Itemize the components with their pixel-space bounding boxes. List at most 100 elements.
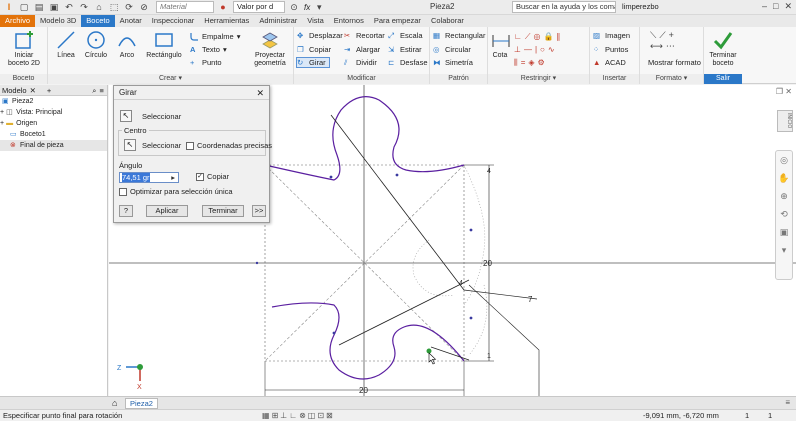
status-dof-icon[interactable]: ⊗ — [299, 411, 308, 420]
coincident-constraint-icon[interactable]: ∟ — [514, 32, 525, 41]
close-icon[interactable]: ✕ — [784, 1, 792, 12]
select-geometry-button[interactable]: ↖ — [120, 110, 132, 122]
app-logo-icon[interactable]: I — [3, 1, 15, 13]
dim-1-text[interactable]: 1 — [487, 353, 491, 360]
browser-tab-model[interactable]: Modelo — [2, 85, 27, 96]
horizontal-constraint-icon[interactable]: ― — [524, 45, 535, 54]
more-options-button[interactable]: >> — [252, 205, 266, 217]
fix-constraint-icon[interactable]: 🔒 — [543, 32, 556, 41]
bottom-lobe-curve[interactable] — [271, 302, 465, 380]
center-point-icon[interactable]: + — [669, 30, 677, 40]
tree-item-2[interactable]: + ▬ Origen — [0, 118, 107, 129]
symmetric-constraint-icon[interactable]: ⫼ — [514, 58, 521, 67]
insert-image-button[interactable]: ▨ Imagen — [593, 30, 630, 41]
dim-height-text[interactable]: 20 — [483, 259, 492, 268]
select-icon[interactable]: ⬚ — [108, 1, 120, 13]
material-dropdown[interactable]: Material — [156, 1, 214, 13]
save-icon[interactable]: ▣ — [48, 1, 60, 13]
tree-item-3[interactable]: ▭ Boceto1 — [0, 129, 107, 140]
select-center-button[interactable]: ↖ — [124, 139, 136, 151]
tab-para-empezar[interactable]: Para empezar — [369, 15, 426, 27]
status-ortho-icon[interactable]: ⊥ — [280, 411, 289, 420]
update-icon[interactable]: ⟳ — [123, 1, 135, 13]
rotate-button[interactable]: ↻ Girar — [296, 57, 330, 68]
text-button[interactable]: A Texto ▾ — [190, 44, 227, 55]
document-tab-pieza2[interactable]: Pieza2 — [125, 398, 158, 409]
close-browser-tab-icon[interactable]: ✕ — [30, 85, 36, 96]
fillet-button[interactable]: Empalme ▾ — [190, 31, 240, 42]
help-button[interactable]: ? — [119, 205, 133, 217]
dialog-close-icon[interactable]: ✕ — [256, 86, 264, 100]
tab-anotar[interactable]: Anotar — [115, 15, 147, 27]
zoom-icon[interactable]: ⊕ — [776, 187, 792, 205]
home-icon[interactable]: ⌂ — [93, 1, 105, 13]
dim-4-text[interactable]: 4 — [487, 168, 491, 175]
user-account[interactable]: limperezbo — [622, 2, 659, 11]
orbit-icon[interactable]: ⟲ — [776, 205, 792, 223]
diagonal-dimension-line[interactable] — [330, 114, 465, 291]
dimension-button[interactable]: Cota — [490, 29, 510, 60]
expand-icon[interactable]: + — [0, 118, 4, 129]
status-constraint-icon[interactable]: ∟ — [289, 411, 299, 420]
sketch-point-3[interactable] — [332, 331, 336, 335]
tab-archivo[interactable]: Archivo — [0, 15, 36, 27]
tab-herramientas[interactable]: Herramientas — [199, 15, 254, 27]
sketch-point-6[interactable] — [255, 261, 259, 265]
add-browser-icon[interactable]: + — [47, 85, 51, 96]
point-button[interactable]: + Punto — [190, 57, 222, 68]
steering-wheel-icon[interactable]: ◎ — [776, 151, 792, 169]
construction-icon[interactable]: ⟍ — [650, 30, 659, 40]
dim-7-text[interactable]: 7 — [528, 295, 533, 304]
apply-button[interactable]: Aplicar — [146, 205, 188, 217]
close-view-icon[interactable]: ✕ — [785, 87, 792, 96]
show-constraints-icon[interactable]: ◈ — [528, 58, 537, 67]
sketch-point-5[interactable] — [469, 316, 473, 320]
split-button[interactable]: ⫽ Dividir — [344, 57, 377, 68]
insert-acad-button[interactable]: ▲ ACAD — [593, 57, 626, 68]
top-lobe-curve[interactable] — [264, 96, 465, 181]
circular-pattern-button[interactable]: ◎ Circular — [433, 44, 471, 55]
redo-icon[interactable]: ↷ — [78, 1, 90, 13]
tree-item-0[interactable]: ▣ Pieza2 — [0, 96, 107, 107]
rotation-line[interactable] — [338, 279, 470, 346]
fx-parameters-button[interactable]: fx — [304, 3, 310, 12]
extend-button[interactable]: ⇥ Alargar — [344, 44, 380, 55]
tab-boceto[interactable]: Boceto — [81, 15, 115, 27]
maximize-icon[interactable]: □ — [773, 1, 778, 12]
dim-4b-text[interactable]: 4 — [459, 280, 463, 287]
expand-icon[interactable]: + — [0, 107, 4, 118]
tree-item-1[interactable]: + ◫ Vista: Principal — [0, 107, 107, 118]
sketch-point-2[interactable] — [395, 173, 399, 177]
minimize-icon[interactable]: – — [762, 1, 767, 12]
optimize-checkbox[interactable] — [119, 188, 127, 196]
maximize-view-icon[interactable]: ❐ — [776, 87, 783, 96]
linetype-icon[interactable]: ⋯ — [666, 41, 678, 51]
constraint-settings-icon[interactable]: ⚙ — [538, 58, 548, 67]
circle-button[interactable]: Círculo — [82, 29, 110, 60]
perpendicular-constraint-icon[interactable]: ⊥ — [514, 45, 524, 54]
tab-menu-icon[interactable]: ≡ — [785, 398, 790, 407]
appearance-icon[interactable]: ● — [217, 1, 229, 13]
tab-entornos[interactable]: Entornos — [329, 15, 369, 27]
home-tab-icon[interactable]: ⌂ — [112, 398, 117, 408]
pan-icon[interactable]: ✋ — [776, 169, 792, 187]
sketch-point-1[interactable] — [329, 175, 333, 179]
open-folder-icon[interactable]: ▤ — [33, 1, 45, 13]
arc-button[interactable]: Arco — [114, 29, 140, 60]
new-file-icon[interactable]: ▢ — [18, 1, 30, 13]
browser-search-icon[interactable]: ⌕ — [92, 85, 96, 96]
mirror-button[interactable]: ⧓ Simetría — [433, 57, 473, 68]
smooth-constraint-icon[interactable]: ∿ — [548, 45, 558, 54]
rectangle-button[interactable]: Rectángulo — [144, 29, 184, 60]
viewcube[interactable]: INICIO — [777, 110, 793, 132]
tangent-constraint-icon[interactable]: ○ — [540, 45, 548, 54]
centerline-icon[interactable]: ⟋ — [659, 30, 668, 40]
move-button[interactable]: ✥ Desplazar — [297, 30, 343, 41]
rectangular-pattern-button[interactable]: ▦ Rectangular — [433, 30, 485, 41]
measure-icon[interactable]: ⊘ — [138, 1, 150, 13]
undo-icon[interactable]: ↶ — [63, 1, 75, 13]
help-search-input[interactable]: Buscar en la ayuda y los comand — [512, 1, 616, 13]
start-2d-sketch-button[interactable]: Iniciar boceto 2D — [3, 29, 45, 68]
tab-inspeccionar[interactable]: Inspeccionar — [147, 15, 200, 27]
tab-modelo-3d[interactable]: Modelo 3D — [35, 15, 81, 27]
